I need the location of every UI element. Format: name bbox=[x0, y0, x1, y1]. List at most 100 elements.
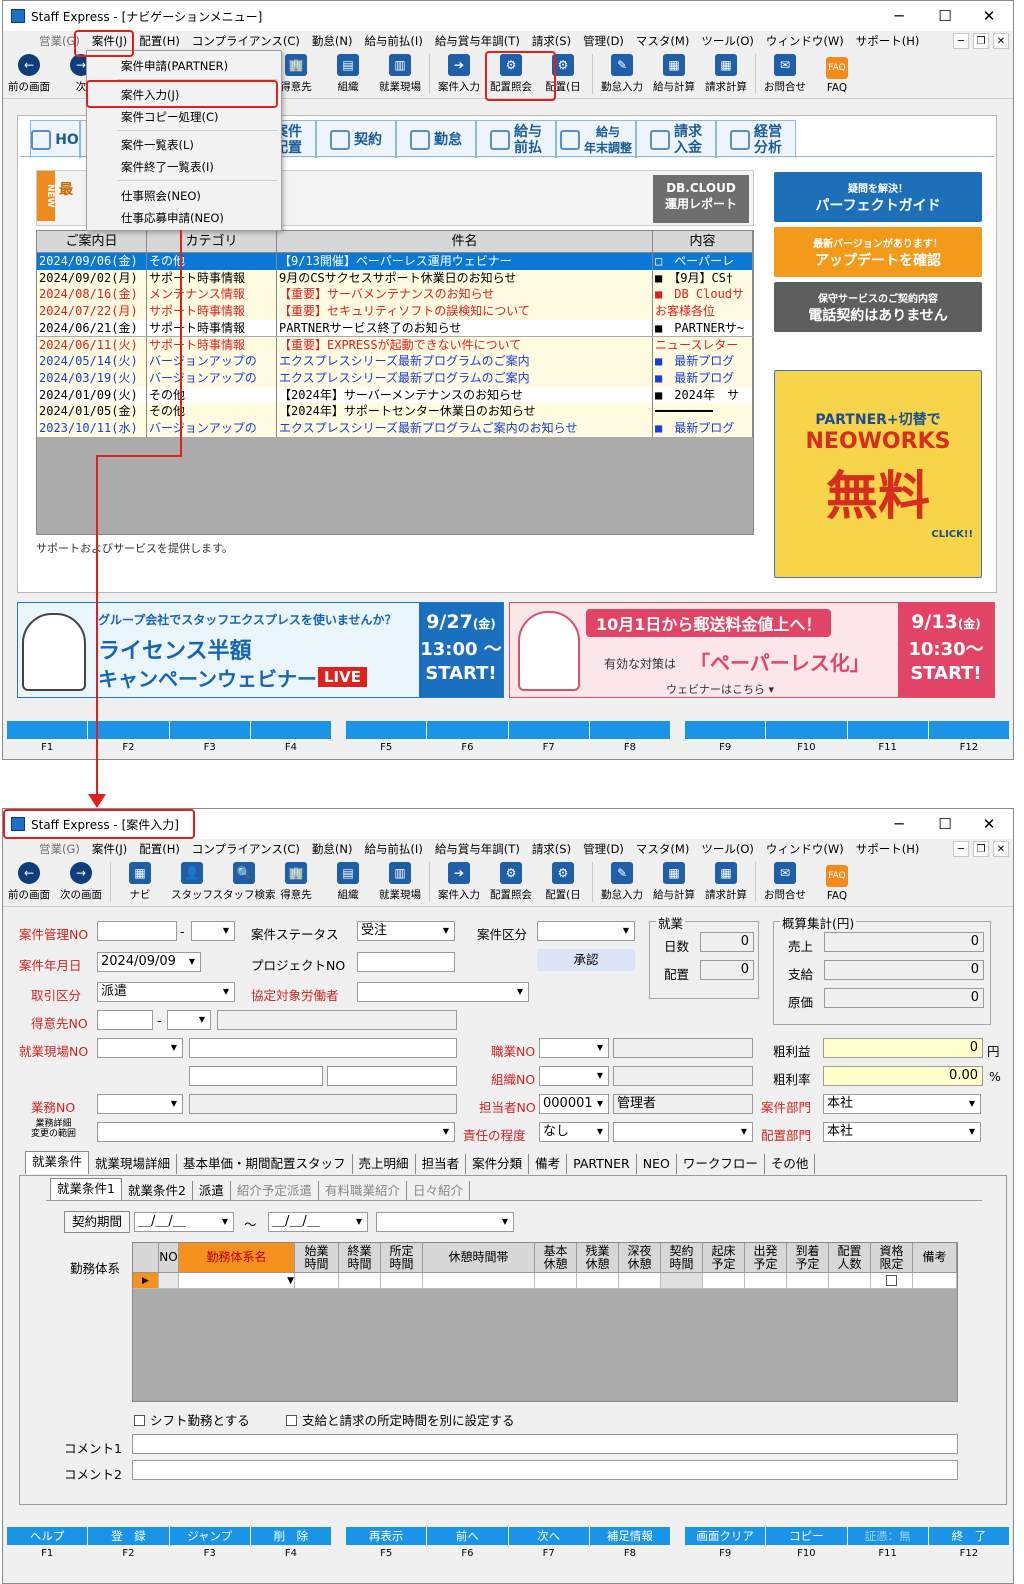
fkey-f9[interactable]: 画面クリア F9 bbox=[685, 1527, 766, 1559]
fkey-button-f7[interactable]: 次へ bbox=[508, 1527, 589, 1545]
nav-tab-8[interactable]: 請求 入金 bbox=[636, 120, 716, 158]
fkey-f10[interactable]: F10 bbox=[766, 721, 847, 753]
fkey-f2[interactable]: F2 bbox=[88, 721, 169, 753]
toolbar-button-11[interactable]: ✎ 勤怠入力 bbox=[596, 51, 648, 97]
license-campaign-banner[interactable]: グループ会社でスタッフエクスプレスを使いませんか？ ライセンス半額 キャンペーン… bbox=[17, 602, 504, 698]
menu-item-7[interactable]: 請求(S) bbox=[526, 841, 577, 857]
close-button[interactable]: ✕ bbox=[967, 5, 1011, 27]
fkey-f12[interactable]: F12 bbox=[928, 721, 1009, 753]
menu-item-10[interactable]: ツール(O) bbox=[695, 33, 760, 49]
approve-button[interactable]: 承認 bbox=[537, 949, 635, 971]
soshiki-select[interactable]: ▼ bbox=[539, 1066, 609, 1086]
menu-item-5[interactable]: 給与前払(I) bbox=[358, 841, 428, 857]
toolbar-button-13[interactable]: ▦ 請求計算 bbox=[700, 51, 752, 97]
menu-item-4[interactable]: 勤怠(N) bbox=[306, 33, 359, 49]
dropdown-item-6[interactable]: 仕事応募申請(NEO) bbox=[121, 210, 224, 226]
fkey-button-f12[interactable] bbox=[928, 721, 1009, 739]
menu-item-12[interactable]: サポート(H) bbox=[850, 841, 926, 857]
keiyaku-end-date[interactable]: ＿/＿/＿ ▼ bbox=[268, 1212, 368, 1232]
mdi-close-icon[interactable]: ✕ bbox=[993, 33, 1009, 49]
fkey-button-f10[interactable] bbox=[766, 721, 847, 739]
toolbar-button-4[interactable]: 🔍 スタッフ検索 bbox=[213, 859, 276, 905]
minimize-button[interactable]: ─ bbox=[877, 813, 921, 835]
app-menu-icon[interactable] bbox=[7, 841, 33, 857]
mdi-restore-icon[interactable]: ❐ bbox=[973, 33, 989, 49]
tokui-sub-select[interactable]: ▼ bbox=[167, 1010, 211, 1030]
fkey-button-f10[interactable]: コピー bbox=[766, 1527, 847, 1545]
nav-tab-4[interactable]: 契約 bbox=[316, 120, 396, 158]
keiyaku-start-date[interactable]: ＿/＿/＿ ▼ bbox=[134, 1212, 234, 1232]
status-select[interactable]: 受注 ▼ bbox=[357, 921, 455, 941]
grid-cell[interactable] bbox=[745, 1273, 787, 1289]
keiyaku-kikan-button[interactable]: 契約期間 bbox=[64, 1211, 130, 1233]
menu-item-2[interactable]: 配置(H) bbox=[133, 841, 186, 857]
fkey-f2[interactable]: 登 録 F2 bbox=[88, 1527, 169, 1559]
fkey-button-f11[interactable]: 証憑：無 bbox=[847, 1527, 928, 1545]
fkey-button-f8[interactable] bbox=[589, 721, 670, 739]
tab-6[interactable]: 備考 bbox=[529, 1154, 568, 1174]
anken-kanri-sub-select[interactable]: ▼ bbox=[191, 921, 235, 941]
tab-1[interactable]: 就業現場詳細 bbox=[89, 1154, 178, 1174]
genba-sub1-input[interactable] bbox=[189, 1066, 323, 1086]
fkey-f11[interactable]: 証憑：無 F11 bbox=[847, 1527, 928, 1559]
tab-2[interactable]: 基本単価・期間配置スタッフ bbox=[177, 1154, 353, 1174]
fkey-f5[interactable]: 再表示 F5 bbox=[346, 1527, 427, 1559]
menu-item-11[interactable]: ウィンドウ(W) bbox=[760, 33, 850, 49]
fkey-f1[interactable]: ヘルプ F1 bbox=[7, 1527, 88, 1559]
menu-item-7[interactable]: 請求(S) bbox=[526, 33, 577, 49]
genba-no-select[interactable]: ▼ bbox=[97, 1038, 183, 1058]
menu-item-8[interactable]: 管理(D) bbox=[577, 841, 630, 857]
anken-kanri-no-input[interactable] bbox=[97, 921, 177, 941]
tab-8[interactable]: NEO bbox=[637, 1154, 677, 1174]
fkey-f7[interactable]: F7 bbox=[508, 721, 589, 753]
fkey-button-f1[interactable]: ヘルプ bbox=[7, 1527, 88, 1545]
mdi-close-icon[interactable]: ✕ bbox=[993, 841, 1009, 857]
comment1-input[interactable] bbox=[132, 1434, 958, 1454]
grid-cell[interactable] bbox=[535, 1273, 577, 1289]
fkey-button-f2[interactable] bbox=[88, 721, 169, 739]
project-no-input[interactable] bbox=[357, 952, 455, 972]
fkey-button-f3[interactable]: ジャンプ bbox=[169, 1527, 250, 1545]
subtab-5[interactable]: 日々紹介 bbox=[407, 1181, 470, 1201]
menu-item-9[interactable]: マスタ(M) bbox=[630, 841, 695, 857]
menu-item-1[interactable]: 案件(J) bbox=[86, 841, 133, 857]
toolbar-button-14[interactable]: ✉ お問合せ bbox=[759, 859, 811, 905]
nav-tab-9[interactable]: 経営 分析 bbox=[716, 120, 796, 158]
toolbar-button-9[interactable]: ⚙ 配置照会 bbox=[485, 859, 537, 905]
fkey-button-f3[interactable] bbox=[169, 721, 250, 739]
dropdown-item-4[interactable]: 案件終了一覧表(I) bbox=[121, 159, 214, 175]
side-banner-1[interactable]: 最新バージョンがあります！ アップデートを確認 bbox=[774, 227, 982, 277]
shokugyo-select[interactable]: ▼ bbox=[539, 1038, 609, 1058]
grid-cell[interactable] bbox=[871, 1273, 913, 1289]
news-row[interactable]: 2024/06/21(金) サポート時事情報 PARTNERサービス終了のお知らせ ■… bbox=[37, 319, 753, 337]
fkey-f1[interactable]: F1 bbox=[7, 721, 88, 753]
minimize-button[interactable]: ─ bbox=[877, 5, 921, 27]
grid-cell[interactable] bbox=[159, 1273, 179, 1289]
fkey-f7[interactable]: 次へ F7 bbox=[508, 1527, 589, 1559]
sekinin-select[interactable]: なし ▼ bbox=[539, 1122, 609, 1142]
tab-3[interactable]: 売上明細 bbox=[353, 1154, 416, 1174]
toolbar-button-12[interactable]: ▦ 給与計算 bbox=[648, 859, 700, 905]
fkey-button-f12[interactable]: 終 了 bbox=[928, 1527, 1009, 1545]
fkey-button-f1[interactable] bbox=[7, 721, 88, 739]
nav-tab-7[interactable]: 給与 年末調整 bbox=[556, 120, 636, 158]
news-row[interactable]: 2023/10/11(水) バージョンアップの エクスプレスシリーズ最新プログラムご… bbox=[37, 420, 753, 437]
news-row[interactable]: 2024/09/06(金) その他 【9/13開催】ペーパーレス運用ウェビナー □ ペ… bbox=[37, 253, 753, 270]
kubun-select[interactable]: ▼ bbox=[537, 921, 635, 941]
grid-cell[interactable] bbox=[619, 1273, 661, 1289]
news-row[interactable]: 2024/01/09(火) その他 【2024年】サーバーメンテナンスのお知らせ ■ … bbox=[37, 386, 753, 404]
shikaku-checkbox[interactable] bbox=[886, 1275, 897, 1286]
toolbar-button-5[interactable]: 🏢 得意先 bbox=[270, 859, 322, 905]
fkey-f10[interactable]: コピー F10 bbox=[766, 1527, 847, 1559]
fkey-button-f7[interactable] bbox=[508, 721, 589, 739]
close-button[interactable]: ✕ bbox=[967, 813, 1011, 835]
toolbar-button-6[interactable]: ▤ 組織 bbox=[322, 859, 374, 905]
toolbar-button-0[interactable]: ← 前の画面 bbox=[3, 859, 55, 905]
news-row[interactable]: 2024/08/16(金) メンテナンス情報 【重要】サーバメンテナンスのお知らせ ■… bbox=[37, 286, 753, 304]
tab-9[interactable]: ワークフロー bbox=[677, 1154, 765, 1174]
dropdown-item-5[interactable]: 仕事照会(NEO) bbox=[121, 188, 201, 204]
subtab-1[interactable]: 就業条件2 bbox=[122, 1181, 193, 1201]
subtab-2[interactable]: 派遣 bbox=[193, 1181, 231, 1201]
grid-cell[interactable] bbox=[423, 1273, 535, 1289]
nengappi-input[interactable]: 2024/09/09 ▼ bbox=[97, 952, 201, 972]
